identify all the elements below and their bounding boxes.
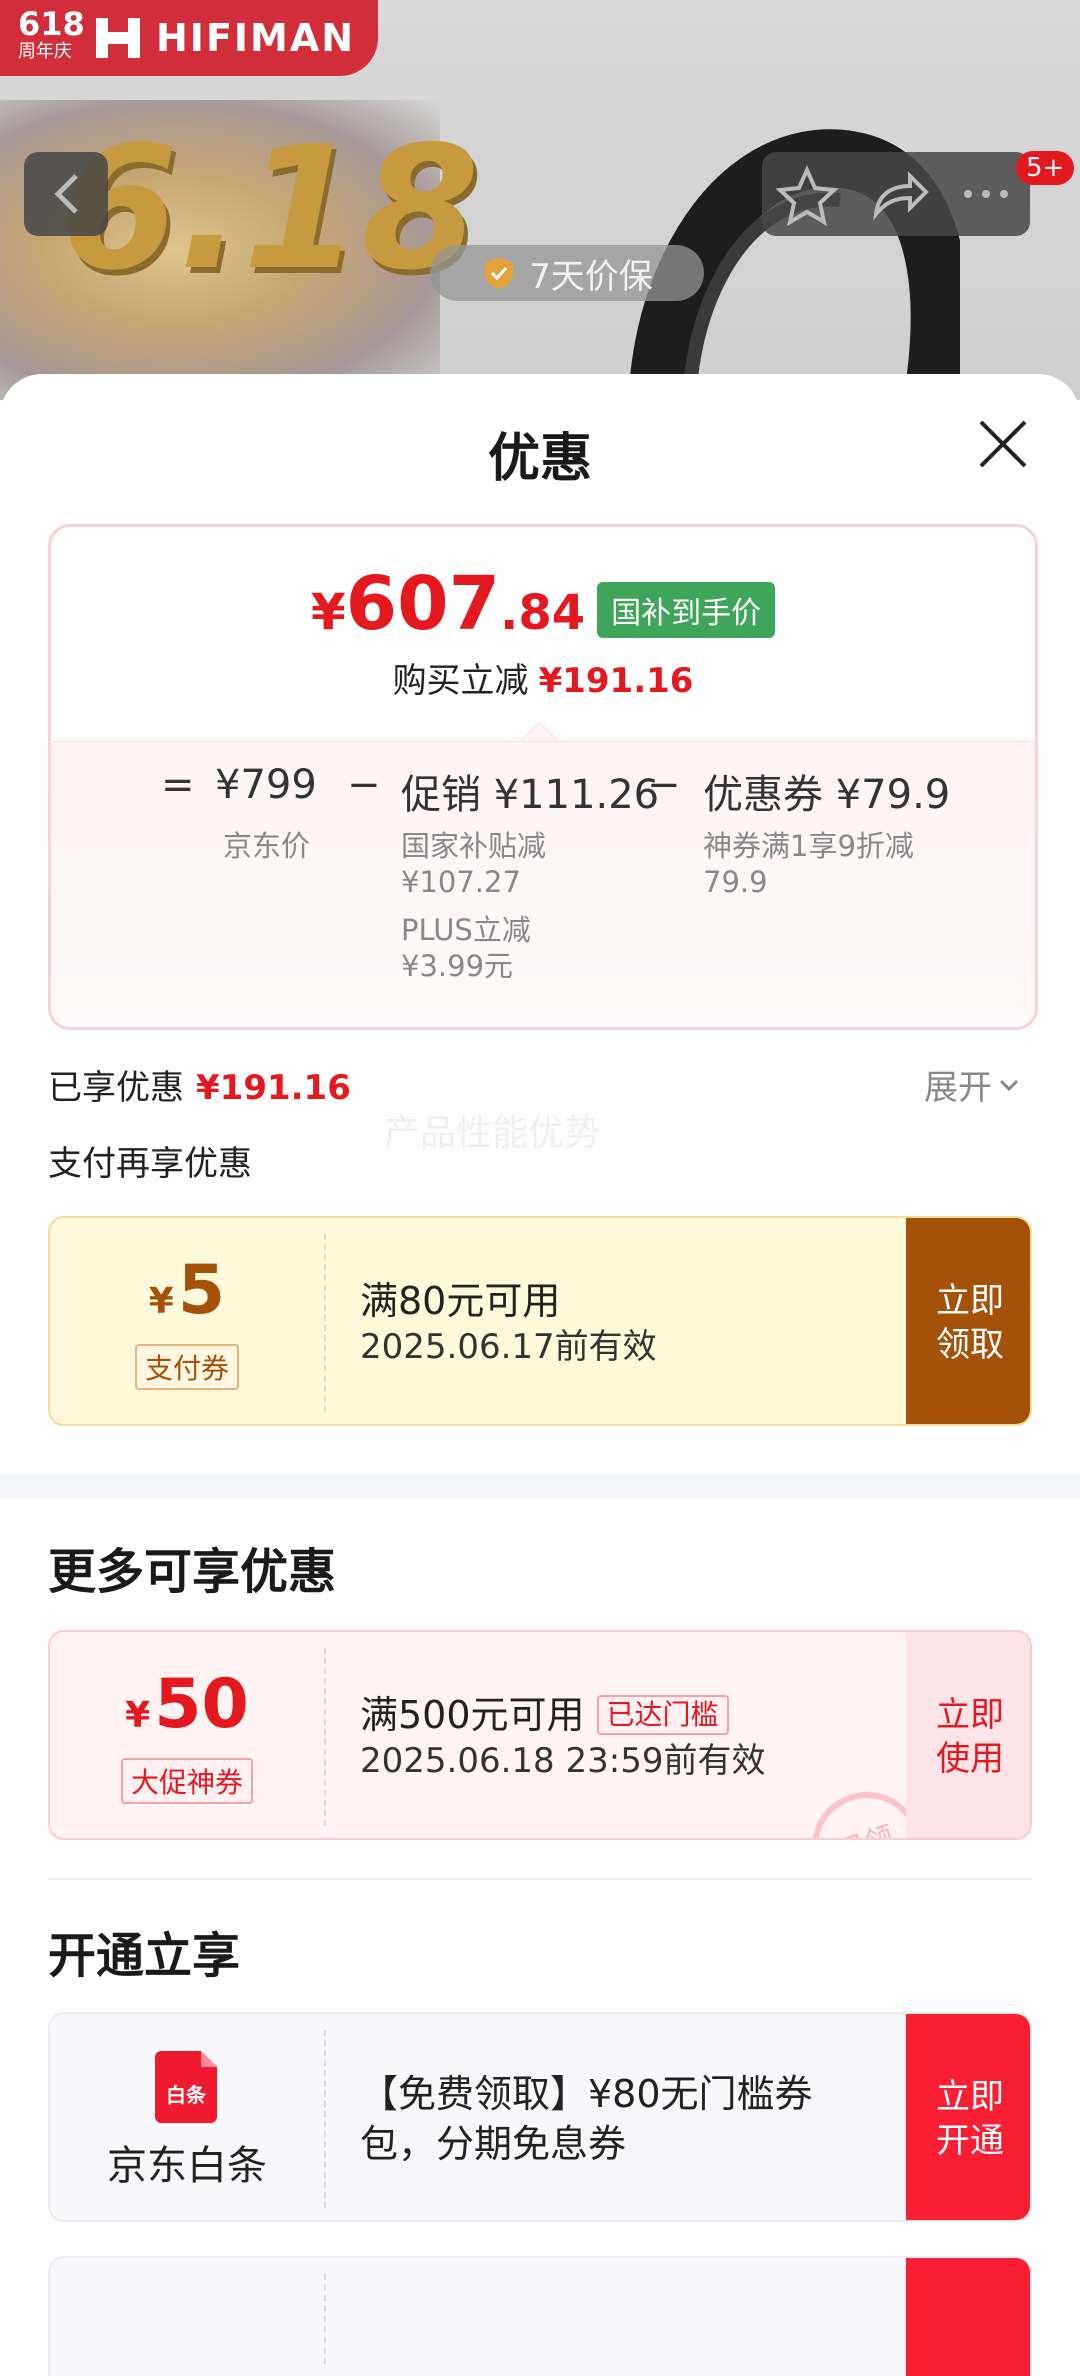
final-price: ¥607.84 [310, 561, 586, 647]
close-button[interactable] [975, 416, 1031, 472]
coupon-detail: 神券满1享9折减 79.9 [703, 829, 914, 899]
watermark-text: 产品性能优势 [384, 1113, 601, 1154]
coupon-amount: ¥5 [148, 1250, 226, 1330]
baitiao-info: 【免费领取】¥80无门槛券包，分期免息券 [360, 2014, 880, 2220]
price-guarantee-text: 7天价保 [529, 256, 653, 297]
coupon-divider [324, 1648, 326, 1826]
open-baitiao-button[interactable]: 立即 开通 [906, 2014, 1030, 2220]
brand-name: HIFIMAN [156, 16, 356, 60]
price-breakdown: = ¥799 京东价 − 促销 ¥111.26 国家补贴减 ¥107.27 PLU… [51, 741, 1035, 1027]
back-button[interactable] [24, 152, 108, 236]
baitiao-offer: 白条 京东白条 【免费领取】¥80无门槛券包，分期免息券 立即 开通 [48, 2012, 1032, 2222]
share-icon [873, 171, 929, 221]
coupon-divider [324, 2274, 326, 2364]
equals-sign: = [161, 762, 195, 808]
promo-plus: PLUS立减 ¥3.99元 [401, 913, 531, 983]
minus-sign: − [647, 762, 681, 808]
favorite-button[interactable] [762, 152, 852, 236]
use-coupon-button[interactable]: 立即 使用 [906, 1632, 1030, 1838]
expand-button[interactable]: 展开 [924, 1060, 1026, 1109]
sheet-title: 优惠 [487, 429, 592, 489]
back-icon [54, 174, 78, 214]
shield-check-icon [485, 257, 514, 289]
promo-subsidy: 国家补贴减 ¥107.27 [401, 829, 547, 899]
final-price-area: ¥607.84 国补到手价 购买立减 ¥191.16 [51, 527, 1035, 743]
baitiao-brand: 白条 京东白条 [50, 2014, 324, 2220]
pay-discount-title: 支付再享优惠 [48, 1144, 252, 1184]
baitiao-icon: 白条 [153, 2047, 221, 2123]
price-guarantee-badge: 7天价保 [430, 245, 704, 301]
product-page-background: 618 周年庆 HIFIMAN 6.18 5+ 7天价保 [0, 0, 1080, 400]
close-icon [979, 420, 1027, 468]
next-offer-button[interactable] [906, 2258, 1030, 2376]
coupon-info: 满80元可用 2025.06.17前有效 [360, 1218, 657, 1424]
open-to-enjoy-title: 开通立享 [48, 1928, 241, 1984]
logo-618: 618 周年庆 [18, 5, 85, 62]
divider-line [48, 1878, 1032, 1880]
more-discounts-title: 更多可享优惠 [48, 1544, 337, 1600]
payment-coupon: ¥5 支付券 满80元可用 2025.06.17前有效 立即 领取 [48, 1216, 1032, 1426]
cart-badge: 5+ [1016, 151, 1075, 185]
top-actions [762, 152, 1030, 236]
hifiman-h-icon [92, 14, 144, 62]
coupon-amount-area: ¥5 支付券 [50, 1218, 324, 1424]
minus-sign: − [347, 762, 381, 808]
baitiao-description: 【免费领取】¥80无门槛券包，分期免息券 [360, 2072, 813, 2166]
coupon-total: 优惠券 ¥79.9 [703, 772, 951, 818]
coupon-info: 满500元可用 已达门槛 2025.06.18 23:59前有效 [360, 1632, 766, 1838]
subsidy-price-tag: 国补到手价 [597, 582, 776, 638]
promo-total: 促销 ¥111.26 [401, 772, 660, 818]
brand-logo: 618 周年庆 HIFIMAN [0, 0, 378, 76]
star-icon [775, 165, 839, 227]
coupon-condition: 满500元可用 已达门槛 [360, 1691, 765, 1739]
coupon-type-tag: 支付券 [134, 1343, 239, 1390]
chevron-down-icon [999, 1079, 1019, 1091]
coupon-divider [324, 2030, 326, 2208]
coupon-type-tag: 大促神券 [120, 1757, 253, 1804]
next-offer-card [48, 2256, 1032, 2376]
baitiao-name: 京东白条 [107, 2143, 267, 2189]
jd-price: ¥799 [215, 762, 317, 808]
threshold-reached-tag: 已达门槛 [596, 1695, 729, 1735]
enjoyed-discount: 已享优惠 ¥191.16 [48, 1068, 351, 1108]
coupon-condition: 满80元可用 [360, 1279, 561, 1323]
coupon-validity: 2025.06.18 23:59前有效 [360, 1741, 766, 1781]
instant-cut: 购买立减 ¥191.16 [392, 661, 694, 701]
jd-price-label: 京东价 [223, 829, 311, 863]
price-summary-card: ¥607.84 国补到手价 购买立减 ¥191.16 = ¥799 京东价 − 促… [48, 524, 1038, 1030]
coupon-amount: ¥50 [125, 1664, 249, 1744]
section-separator [0, 1474, 1080, 1498]
promo-coupon: ¥50 大促神券 满500元可用 已达门槛 2025.06.18 23:59前有… [48, 1630, 1032, 1840]
claim-coupon-button[interactable]: 立即 领取 [906, 1218, 1030, 1424]
coupon-divider [324, 1234, 326, 1412]
share-button[interactable] [852, 152, 942, 236]
coupon-validity: 2025.06.17前有效 [360, 1327, 657, 1367]
promo-618-text: 6.18 [60, 110, 480, 308]
coupon-amount-area: ¥50 大促神券 [50, 1632, 324, 1838]
